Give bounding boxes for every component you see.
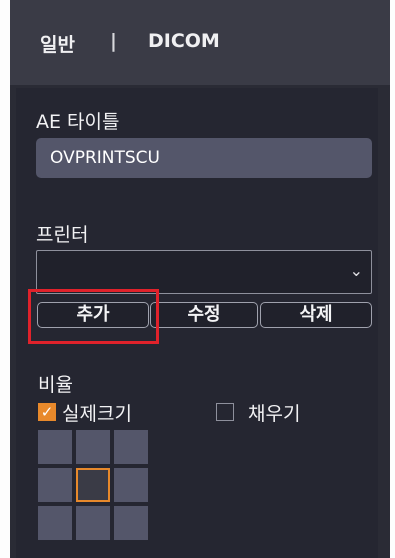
tab-general[interactable]: 일반 — [40, 30, 75, 57]
grid-cell-middle-right[interactable] — [114, 468, 148, 502]
ae-title-field[interactable]: OVPRINTSCU — [36, 138, 372, 178]
delete-button[interactable]: 삭제 — [260, 302, 372, 328]
grid-cell-top-left[interactable] — [38, 430, 72, 464]
alignment-grid — [38, 430, 152, 540]
fill-label[interactable]: 채우기 — [248, 399, 300, 426]
grid-cell-top-center[interactable] — [76, 430, 110, 464]
tab-dicom[interactable]: DICOM — [148, 30, 220, 52]
grid-cell-top-right[interactable] — [114, 430, 148, 464]
grid-cell-bottom-center[interactable] — [76, 506, 110, 540]
grid-cell-middle-left[interactable] — [38, 468, 72, 502]
tab-separator: | — [110, 30, 117, 52]
actual-size-label[interactable]: 실제크기 — [62, 399, 132, 426]
printer-select[interactable]: ⌄ — [36, 250, 372, 294]
grid-cell-bottom-right[interactable] — [114, 506, 148, 540]
fill-checkbox[interactable] — [216, 403, 234, 421]
ratio-label: 비율 — [38, 374, 73, 396]
grid-cell-center[interactable] — [76, 468, 110, 502]
highlight-box — [28, 289, 159, 344]
chevron-down-icon: ⌄ — [349, 261, 363, 280]
edit-button[interactable]: 수정 — [150, 302, 258, 328]
tab-bar: 일반 | DICOM — [10, 0, 390, 85]
printer-label: 프린터 — [36, 224, 89, 246]
actual-size-checkbox[interactable]: ✓ — [38, 403, 56, 421]
ae-title-label: AE 타이틀 — [36, 111, 120, 133]
grid-cell-bottom-left[interactable] — [38, 506, 72, 540]
